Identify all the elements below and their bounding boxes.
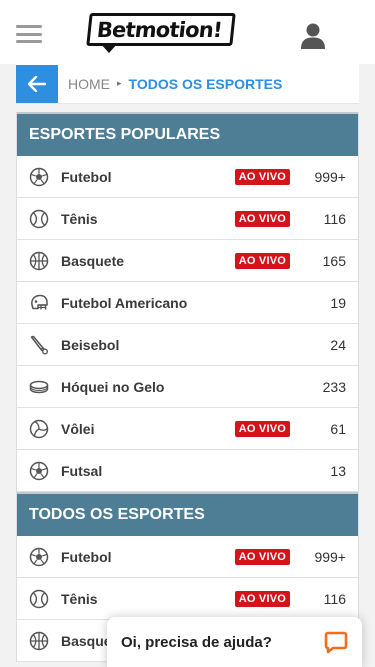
sport-name: Vôlei — [61, 420, 95, 437]
volleyball-icon — [29, 419, 49, 439]
sport-name: Tênis — [61, 590, 98, 607]
arrow-left-icon — [28, 75, 46, 92]
sport-row[interactable]: Vôlei AO VIVO 61 — [17, 408, 358, 450]
soccer-ball-icon — [29, 167, 49, 187]
popular-sports-section: ESPORTES POPULARES Futebol AO VIVO 999+ Tên… — [16, 112, 359, 492]
sport-name: Futebol Americano — [61, 294, 188, 311]
sport-row[interactable]: Futebol Americano 19 — [17, 282, 358, 324]
user-account-icon[interactable] — [299, 22, 327, 50]
event-count: 13 — [330, 462, 346, 479]
live-badge: AO VIVO — [234, 252, 290, 269]
sport-row[interactable]: Hóquei no Gelo 233 — [17, 366, 358, 408]
tennis-ball-icon — [29, 589, 49, 609]
futsal-ball-icon — [29, 461, 49, 481]
breadcrumb-current: TODOS OS ESPORTES — [128, 75, 283, 92]
chat-bubble-icon[interactable] — [324, 630, 348, 654]
basketball-icon — [29, 631, 49, 651]
sport-row[interactable]: Futebol AO VIVO 999+ — [17, 536, 358, 578]
event-count: 24 — [330, 336, 346, 353]
basketball-icon — [29, 251, 49, 271]
sport-name: Basquete — [61, 252, 125, 269]
baseball-bat-icon — [29, 335, 49, 355]
event-count: 116 — [323, 210, 346, 227]
sport-name: Futsal — [61, 462, 103, 479]
live-badge: AO VIVO — [234, 420, 290, 437]
breadcrumb: HOME ▸ TODOS OS ESPORTES — [16, 64, 359, 104]
live-badge: AO VIVO — [234, 590, 290, 607]
main-content: HOME ▸ TODOS OS ESPORTES ESPORTES POPULA… — [16, 64, 359, 662]
event-count: 999+ — [314, 168, 346, 185]
popular-sports-list: Futebol AO VIVO 999+ Tênis AO VIVO 116 Basquet… — [17, 156, 358, 492]
football-helmet-icon — [29, 293, 49, 313]
sport-row[interactable]: Tênis AO VIVO 116 — [17, 578, 358, 620]
breadcrumb-separator: ▸ — [117, 78, 122, 88]
sport-name: Futebol — [61, 548, 112, 565]
popular-sports-header: ESPORTES POPULARES — [17, 112, 358, 156]
event-count: 999+ — [314, 548, 346, 565]
chat-widget[interactable]: Oi, precisa de ajuda? — [107, 617, 362, 667]
hockey-puck-icon — [29, 377, 49, 397]
event-count: 116 — [323, 590, 346, 607]
event-count: 165 — [322, 252, 346, 269]
sport-name: Beisebol — [61, 336, 120, 353]
event-count: 19 — [330, 294, 346, 311]
event-count: 233 — [322, 378, 346, 395]
logo-text: Betmotion! — [86, 13, 236, 46]
sport-row[interactable]: Tênis AO VIVO 116 — [17, 198, 358, 240]
sport-row[interactable]: Beisebol 24 — [17, 324, 358, 366]
live-badge: AO VIVO — [234, 210, 290, 227]
sport-row[interactable]: Futebol AO VIVO 999+ — [17, 156, 358, 198]
logo-speech-tail — [100, 43, 118, 53]
sport-row[interactable]: Futsal 13 — [17, 450, 358, 492]
sport-name: Hóquei no Gelo — [61, 378, 165, 395]
logo[interactable]: Betmotion! — [86, 13, 236, 53]
top-bar: Betmotion! — [0, 0, 375, 64]
tennis-ball-icon — [29, 209, 49, 229]
back-button[interactable] — [16, 64, 58, 103]
soccer-ball-icon — [29, 547, 49, 567]
live-badge: AO VIVO — [234, 548, 290, 565]
live-badge: AO VIVO — [234, 168, 290, 185]
all-sports-header: TODOS OS ESPORTES — [17, 492, 358, 536]
sport-name: Futebol — [61, 168, 112, 185]
sport-name: Tênis — [61, 210, 98, 227]
chat-prompt-text: Oi, precisa de ajuda? — [121, 633, 272, 651]
sport-row[interactable]: Basquete AO VIVO 165 — [17, 240, 358, 282]
breadcrumb-home-link[interactable]: HOME — [68, 76, 110, 92]
hamburger-menu-icon[interactable] — [16, 25, 42, 43]
event-count: 61 — [330, 420, 346, 437]
